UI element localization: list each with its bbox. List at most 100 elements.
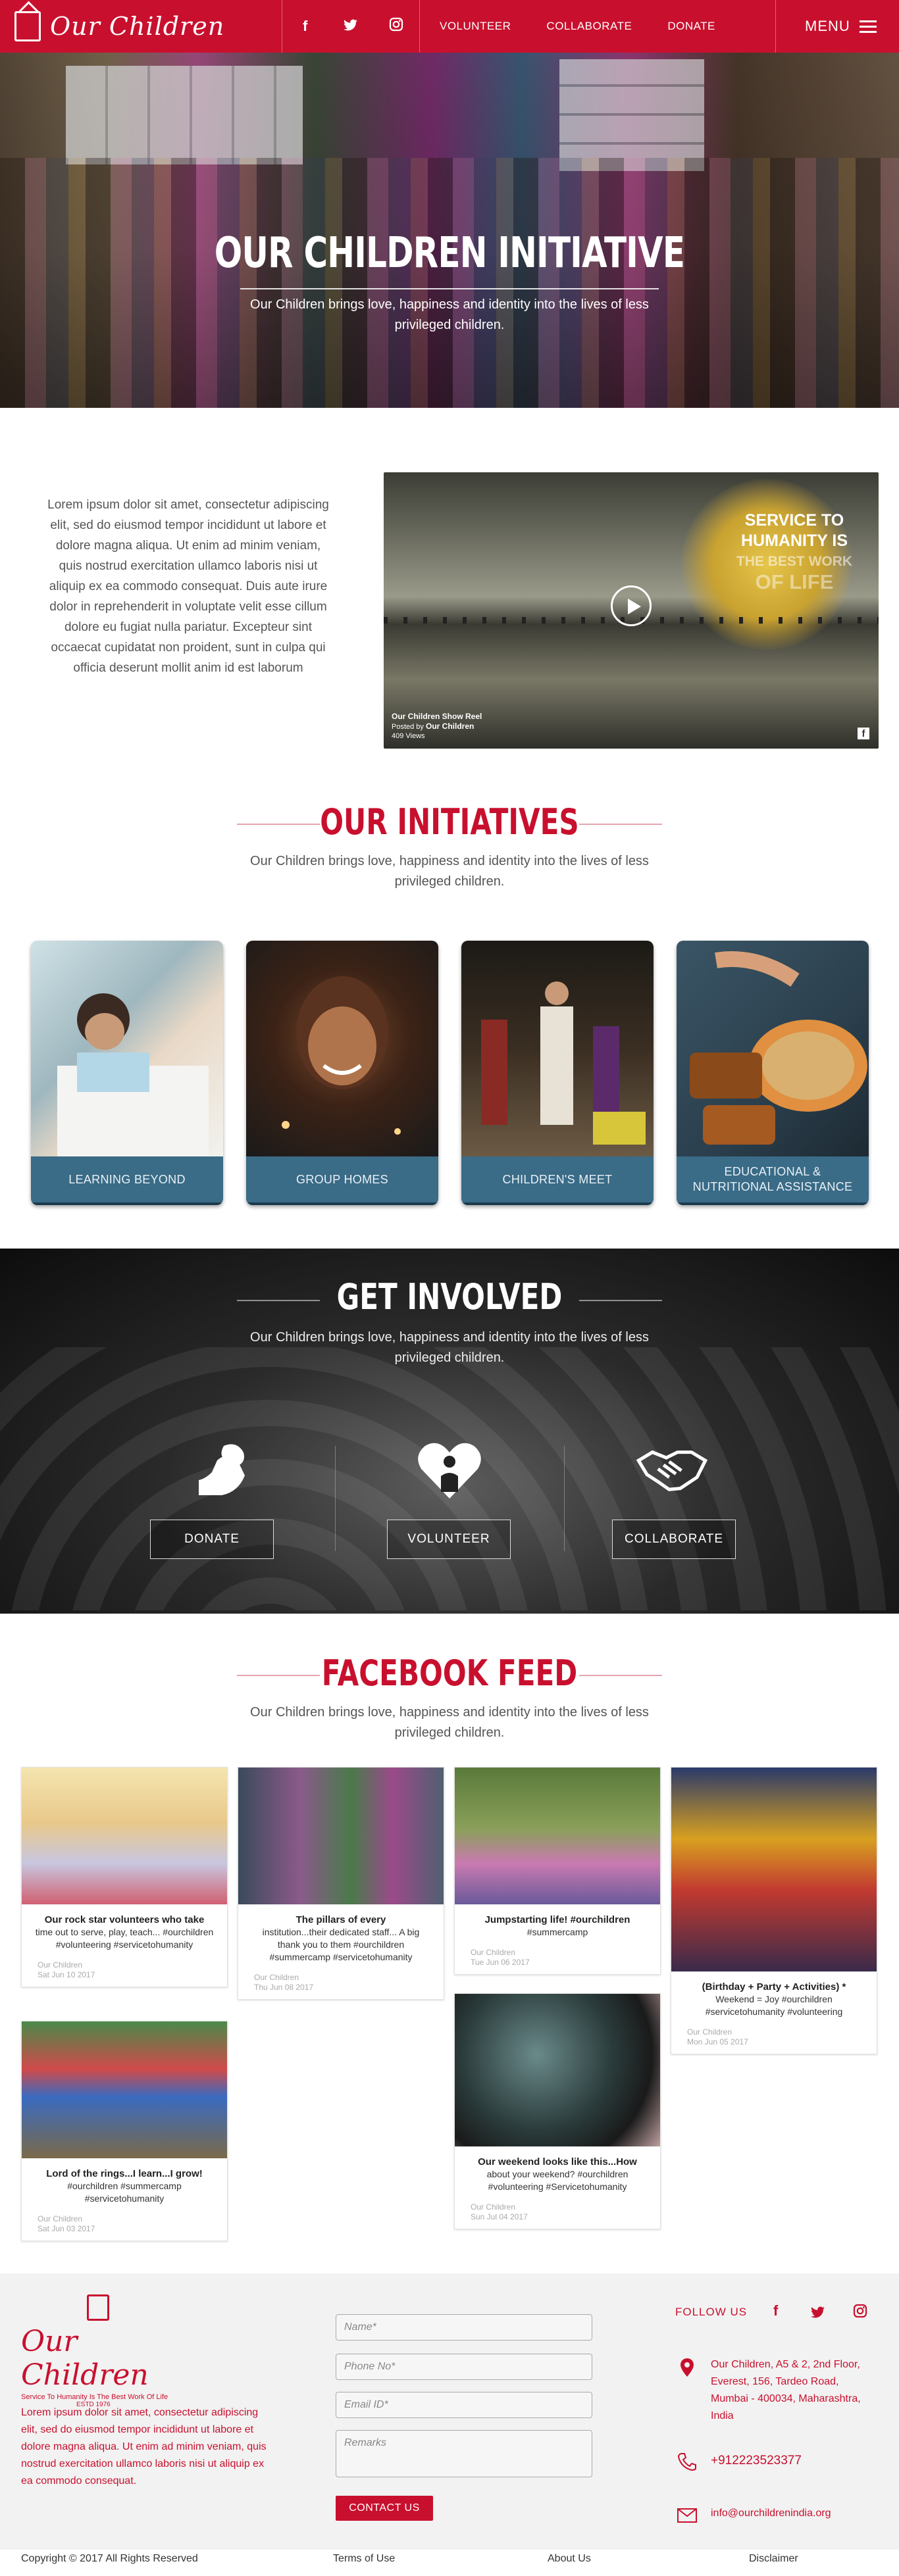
- post-date: Sat Jun 03 2017: [38, 2224, 95, 2233]
- hero-photo-boards: [66, 66, 303, 164]
- post-text: #summercamp: [527, 1927, 588, 1937]
- initiative-image: [461, 941, 654, 1156]
- feed-title: FACEBOOK FEED: [321, 1652, 578, 1694]
- video-overlay-line: OF LIFE: [755, 570, 834, 593]
- volunteer-button[interactable]: VOLUNTEER: [387, 1520, 511, 1559]
- feed-post[interactable]: Our weekend looks like this...How about …: [454, 1993, 661, 2229]
- header-logo[interactable]: Our Children: [0, 0, 282, 53]
- footer-logo-text: Our Children: [21, 2325, 149, 2392]
- play-icon[interactable]: [611, 585, 652, 626]
- initiative-card[interactable]: CHILDREN'S MEET: [461, 941, 654, 1205]
- involved-subtitle: Our Children brings love, happiness and …: [250, 1330, 649, 1365]
- twitter-icon[interactable]: [341, 18, 361, 35]
- collaborate-button[interactable]: COLLABORATE: [612, 1520, 736, 1559]
- donate-button[interactable]: DONATE: [150, 1520, 274, 1559]
- phone-icon: [675, 2452, 699, 2475]
- initiative-label: CHILDREN'S MEET: [461, 1156, 654, 1205]
- hero-photo-boards: [559, 59, 704, 171]
- facebook-icon[interactable]: f: [858, 728, 869, 739]
- mail-icon: [675, 2506, 699, 2527]
- post-author: Our Children: [687, 2027, 732, 2037]
- house-logo-icon: [14, 11, 41, 41]
- footer-logo[interactable]: Our Children Service To Humanity Is The …: [21, 2294, 179, 2408]
- about-link[interactable]: About Us: [548, 2553, 591, 2565]
- twitter-icon[interactable]: [811, 2305, 825, 2322]
- initiative-card[interactable]: LEARNING BEYOND: [31, 941, 223, 1205]
- get-involved-section: GET INVOLVED Our Children brings love, h…: [0, 1249, 899, 1614]
- instagram-icon[interactable]: [386, 17, 406, 36]
- facebook-icon[interactable]: f: [773, 2302, 778, 2319]
- nav-volunteer-link[interactable]: VOLUNTEER: [440, 20, 511, 33]
- feed-post[interactable]: Jumpstarting life! #ourchildren #summerc…: [454, 1767, 661, 1975]
- footer-email[interactable]: info@ourchildrenindia.org: [711, 2505, 831, 2522]
- post-image: [22, 1768, 227, 1904]
- initiative-label: EDUCATIONAL & NUTRITIONAL ASSISTANCE: [677, 1156, 869, 1205]
- video-views: 409 Views: [392, 732, 425, 740]
- feed-post[interactable]: The pillars of every institution...their…: [238, 1767, 444, 2000]
- terms-link[interactable]: Terms of Use: [333, 2553, 395, 2565]
- post-image: [671, 1768, 877, 1971]
- feed-subtitle: Our Children brings love, happiness and …: [250, 1705, 649, 1740]
- phone-field[interactable]: Phone No*: [336, 2354, 592, 2380]
- video-overlay-line: SERVICE TO: [744, 511, 844, 530]
- initiative-card[interactable]: EDUCATIONAL & NUTRITIONAL ASSISTANCE: [677, 941, 869, 1205]
- location-pin-icon: [675, 2358, 699, 2382]
- house-logo-icon: [87, 2294, 109, 2321]
- hamburger-icon: [859, 20, 877, 33]
- collaborate-handshake-icon: [636, 1450, 708, 1491]
- contact-us-button[interactable]: CONTACT US: [336, 2496, 433, 2521]
- post-text: time out to serve, play, teach... #ourch…: [35, 1927, 214, 1950]
- menu-button[interactable]: MENU: [776, 18, 877, 35]
- header-social-links: f: [282, 0, 419, 53]
- copyright: Copyright © 2017 All Rights Reserved: [21, 2553, 198, 2564]
- post-author: Our Children: [471, 2202, 516, 2212]
- post-date: Tue Jun 06 2017: [471, 1958, 530, 1967]
- video-meta: Our Children Show Reel Posted by Our Chi…: [392, 712, 482, 741]
- donate-hand-icon: [199, 1444, 245, 1495]
- involved-title: GET INVOLVED: [336, 1276, 563, 1318]
- post-title: Lord of the rings...I learn...I grow!: [46, 2168, 203, 2179]
- post-date: Sat Jun 10 2017: [38, 1970, 95, 1979]
- column-divider: [335, 1446, 336, 1551]
- nav-collaborate-link[interactable]: COLLABORATE: [546, 20, 632, 33]
- video-posted-label: Posted by: [392, 723, 424, 731]
- email-field[interactable]: Email ID*: [336, 2392, 592, 2418]
- instagram-icon[interactable]: [853, 2304, 867, 2322]
- intro-text: Lorem ipsum dolor sit amet, consectetur …: [47, 498, 329, 675]
- initiatives-title: OUR INITIATIVES: [320, 801, 579, 843]
- video-player[interactable]: SERVICE TO HUMANITY IS THE BEST WORK OF …: [384, 472, 879, 749]
- footer-tagline: Service To Humanity Is The Best Work Of …: [21, 2393, 168, 2401]
- facebook-icon[interactable]: f: [295, 18, 315, 35]
- video-title: Our Children Show Reel: [392, 712, 482, 721]
- logo-text: Our Children: [50, 12, 225, 41]
- hero-photo-people: [0, 158, 899, 408]
- initiative-image: [31, 941, 223, 1156]
- post-author: Our Children: [254, 1973, 299, 1982]
- post-image: [22, 2021, 227, 2158]
- footer-phone[interactable]: +912223523377: [711, 2452, 802, 2469]
- feed-post[interactable]: (Birthday + Party + Activities) * Weeken…: [671, 1767, 877, 2054]
- initiative-image: [677, 941, 869, 1156]
- video-posted-by: Our Children: [425, 722, 475, 731]
- name-field[interactable]: Name*: [336, 2314, 592, 2341]
- video-overlay-line: THE BEST WORK: [736, 554, 853, 569]
- volunteer-heart-icon: [418, 1443, 481, 1499]
- nav-donate-link[interactable]: DONATE: [667, 20, 715, 33]
- initiative-card[interactable]: GROUP HOMES: [246, 941, 438, 1205]
- column-divider: [564, 1446, 565, 1551]
- page: Our Children f VOLUNTEER COLLABORATE DON…: [0, 0, 899, 2576]
- feed-post[interactable]: Our rock star volunteers who take time o…: [21, 1767, 228, 1987]
- post-date: Sun Jul 04 2017: [471, 2212, 528, 2221]
- feed-post[interactable]: Lord of the rings...I learn...I grow! #o…: [21, 2021, 228, 2241]
- post-author: Our Children: [471, 1948, 516, 1957]
- initiatives-subtitle: Our Children brings love, happiness and …: [250, 854, 649, 889]
- disclaimer-link[interactable]: Disclaimer: [749, 2553, 798, 2565]
- post-date: Mon Jun 05 2017: [687, 2037, 748, 2046]
- site-header: Our Children f VOLUNTEER COLLABORATE DON…: [0, 0, 899, 53]
- footer-about: Lorem ipsum dolor sit amet, consectetur …: [21, 2407, 267, 2487]
- post-text: institution...their dedicated staff... A…: [262, 1927, 420, 1962]
- post-text: about your weekend? #ourchildren #volunt…: [486, 2169, 629, 2192]
- menu-label: MENU: [805, 18, 850, 34]
- remarks-field[interactable]: Remarks: [336, 2430, 592, 2477]
- main-nav: VOLUNTEER COLLABORATE DONATE: [420, 0, 775, 53]
